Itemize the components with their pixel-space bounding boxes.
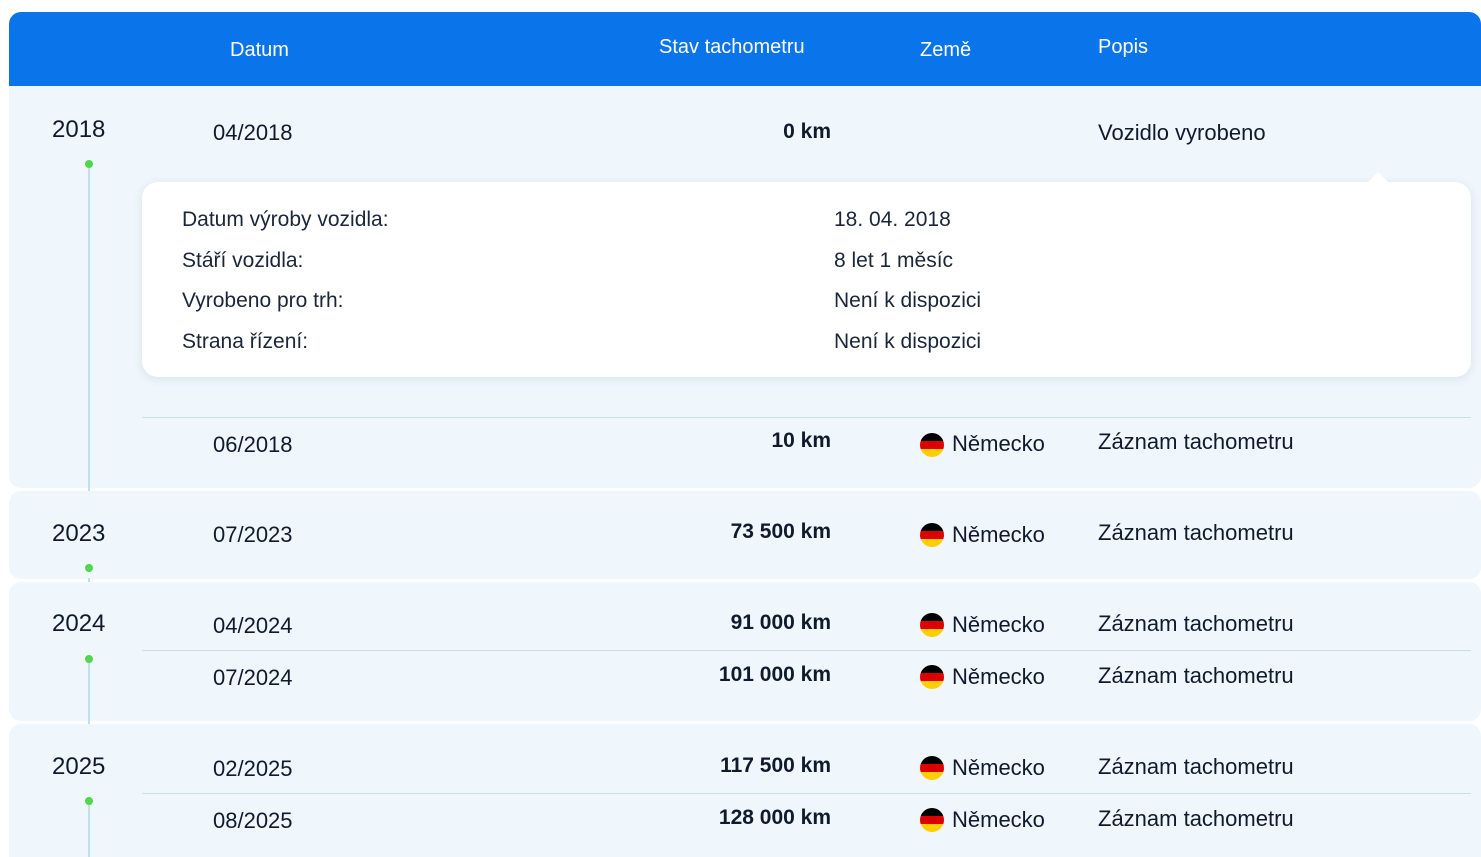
detail-value: Není k dispozici (834, 289, 982, 312)
year-label: 2025 (52, 753, 106, 780)
year-label: 2023 (52, 520, 106, 547)
row-country: Německo (952, 612, 1045, 637)
timeline-dot (85, 655, 93, 663)
germany-flag-icon (920, 665, 944, 689)
row-odometer: 0 km (783, 120, 831, 143)
row-date: 02/2025 (213, 756, 293, 781)
row-odometer: 101 000 km (718, 663, 831, 686)
row-odometer: 73 500 km (730, 520, 831, 543)
row-description: Záznam tachometru (1098, 754, 1294, 779)
row-date: 04/2024 (213, 613, 293, 638)
column-header-country: Země (920, 39, 972, 61)
popover-arrow (1367, 172, 1389, 183)
detail-value: Není k dispozici (834, 330, 982, 353)
year-label: 2024 (52, 610, 106, 637)
row-description: Záznam tachometru (1098, 663, 1294, 688)
germany-flag-icon (920, 523, 944, 547)
germany-flag-icon (920, 756, 944, 780)
column-header-description: Popis (1098, 36, 1149, 58)
timeline-line (88, 168, 90, 510)
row-divider (142, 650, 1471, 651)
timeline-dot (85, 797, 93, 805)
row-country: Německo (952, 522, 1045, 547)
row-odometer: 10 km (771, 429, 831, 452)
year-group-2025 (9, 724, 1481, 857)
row-date: 07/2024 (213, 665, 293, 690)
row-date: 06/2018 (213, 432, 293, 457)
row-country: Německo (952, 664, 1045, 689)
detail-label: Vyrobeno pro trh: (182, 289, 344, 312)
row-divider (142, 793, 1471, 794)
germany-flag-icon (920, 613, 944, 637)
row-description: Vozidlo vyrobeno (1098, 120, 1266, 145)
detail-label: Datum výroby vozidla: (182, 208, 389, 231)
row-description: Záznam tachometru (1098, 429, 1294, 454)
column-header-date: Datum (230, 39, 289, 61)
row-date: 04/2018 (213, 120, 293, 145)
row-country: Německo (952, 755, 1045, 780)
row-country: Německo (952, 431, 1045, 456)
vehicle-details-popover: Datum výroby vozidla: 18. 04. 2018 Stáří… (142, 172, 1471, 377)
column-header-odometer: Stav tachometru (659, 36, 805, 58)
timeline-dot (85, 564, 93, 572)
detail-label: Strana řízení: (182, 330, 309, 353)
detail-label: Stáří vozidla: (182, 249, 304, 272)
row-odometer: 91 000 km (730, 611, 831, 634)
row-date: 08/2025 (213, 808, 293, 833)
detail-value: 18. 04. 2018 (834, 208, 951, 231)
row-divider (142, 417, 1471, 418)
table-header: Datum Stav tachometru Země Popis (9, 12, 1481, 86)
row-description: Záznam tachometru (1098, 611, 1294, 636)
row-description: Záznam tachometru (1098, 806, 1294, 831)
timeline-line (88, 805, 90, 857)
row-country: Německo (952, 807, 1045, 832)
germany-flag-icon (920, 808, 944, 832)
germany-flag-icon (920, 433, 944, 457)
detail-value: 8 let 1 měsíc (834, 249, 954, 272)
year-group-2024 (9, 582, 1481, 721)
row-date: 07/2023 (213, 522, 293, 547)
timeline-dot (85, 160, 93, 168)
row-odometer: 117 500 km (720, 754, 831, 777)
year-label: 2018 (52, 116, 106, 143)
row-odometer: 128 000 km (718, 806, 831, 829)
row-description: Záznam tachometru (1098, 520, 1294, 545)
